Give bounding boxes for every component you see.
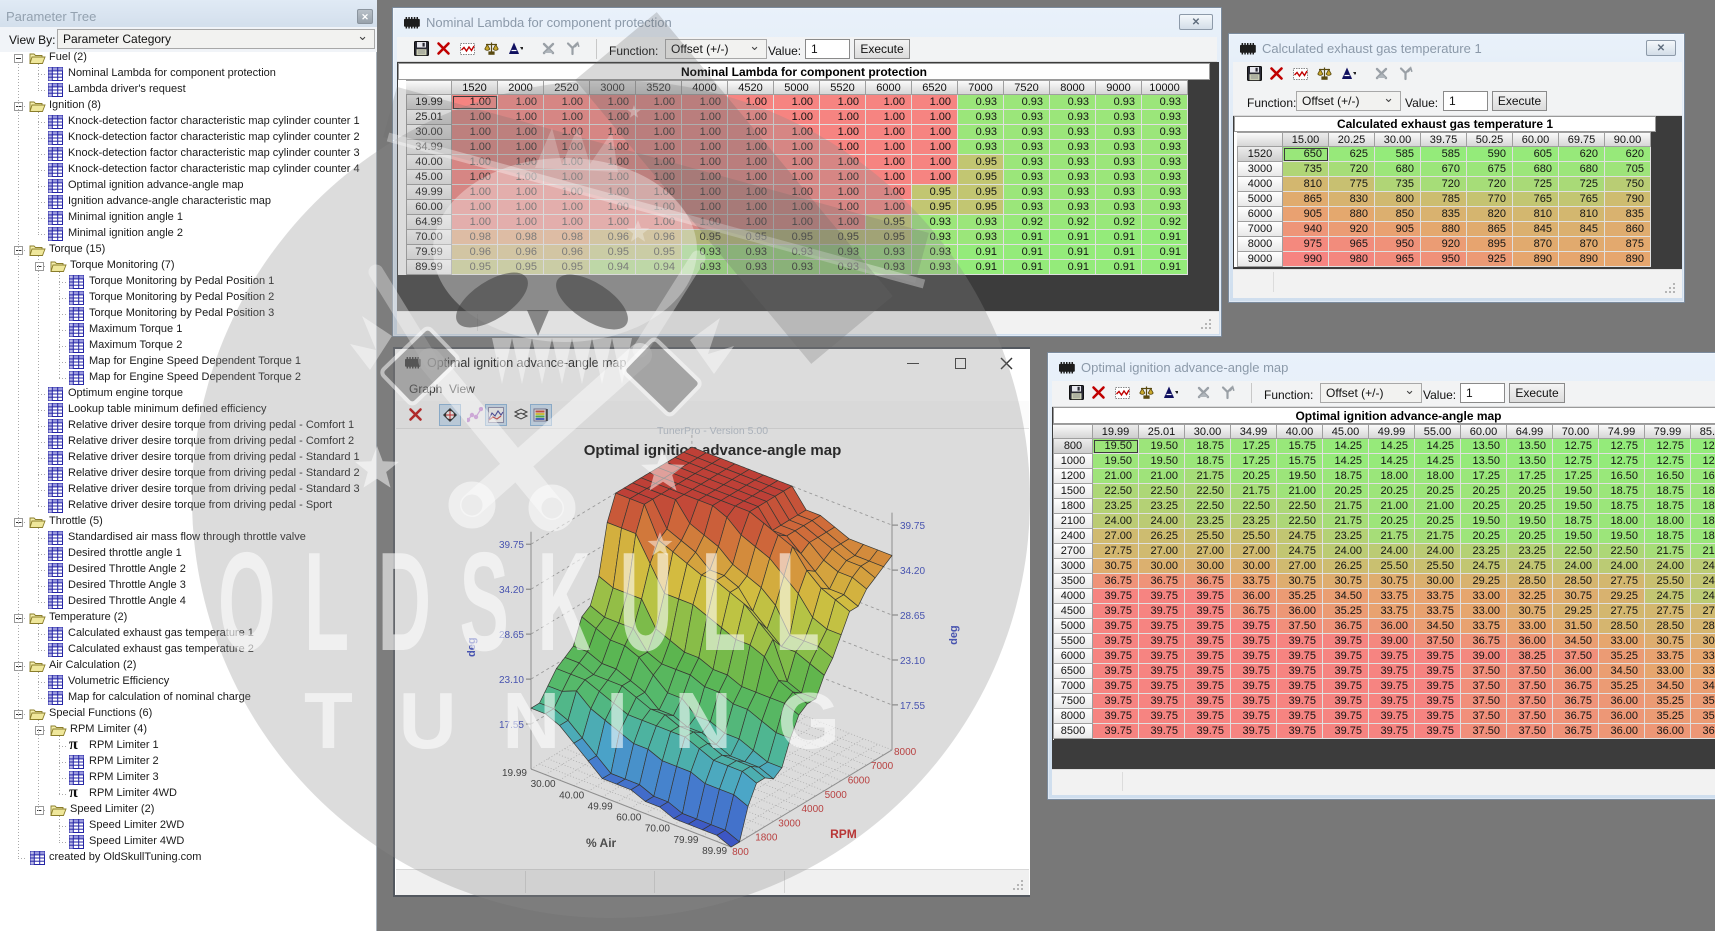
svg-text:deg: deg	[466, 637, 478, 657]
svg-text:6000: 6000	[848, 776, 871, 787]
svg-text:1800: 1800	[755, 833, 778, 844]
svg-text:39.75: 39.75	[499, 540, 524, 551]
svg-text:3000: 3000	[778, 818, 801, 829]
svg-text:deg: deg	[948, 625, 960, 645]
svg-text:34.20: 34.20	[900, 566, 925, 577]
svg-text:19.99: 19.99	[502, 768, 527, 779]
svg-text:70.00: 70.00	[645, 824, 670, 835]
svg-text:7000: 7000	[871, 761, 894, 772]
svg-text:800: 800	[732, 847, 749, 858]
svg-text:% Air: % Air	[586, 836, 617, 850]
svg-text:39.75: 39.75	[900, 521, 925, 532]
svg-text:34.20: 34.20	[499, 585, 524, 596]
svg-text:40.00: 40.00	[559, 790, 584, 801]
svg-text:79.99: 79.99	[673, 835, 698, 846]
svg-text:5000: 5000	[825, 790, 848, 801]
svg-text:23.10: 23.10	[900, 656, 925, 667]
svg-text:4000: 4000	[802, 804, 825, 815]
svg-text:23.10: 23.10	[499, 675, 524, 686]
svg-text:89.99: 89.99	[702, 846, 727, 857]
svg-text:28.65: 28.65	[499, 630, 524, 641]
svg-text:8000: 8000	[894, 747, 917, 758]
svg-text:30.00: 30.00	[531, 779, 556, 790]
svg-text:RPM: RPM	[830, 827, 857, 841]
svg-text:17.55: 17.55	[499, 720, 524, 731]
svg-text:28.65: 28.65	[900, 611, 925, 622]
svg-text:60.00: 60.00	[616, 813, 641, 824]
svg-text:17.55: 17.55	[900, 701, 925, 712]
svg-text:49.99: 49.99	[588, 801, 613, 812]
